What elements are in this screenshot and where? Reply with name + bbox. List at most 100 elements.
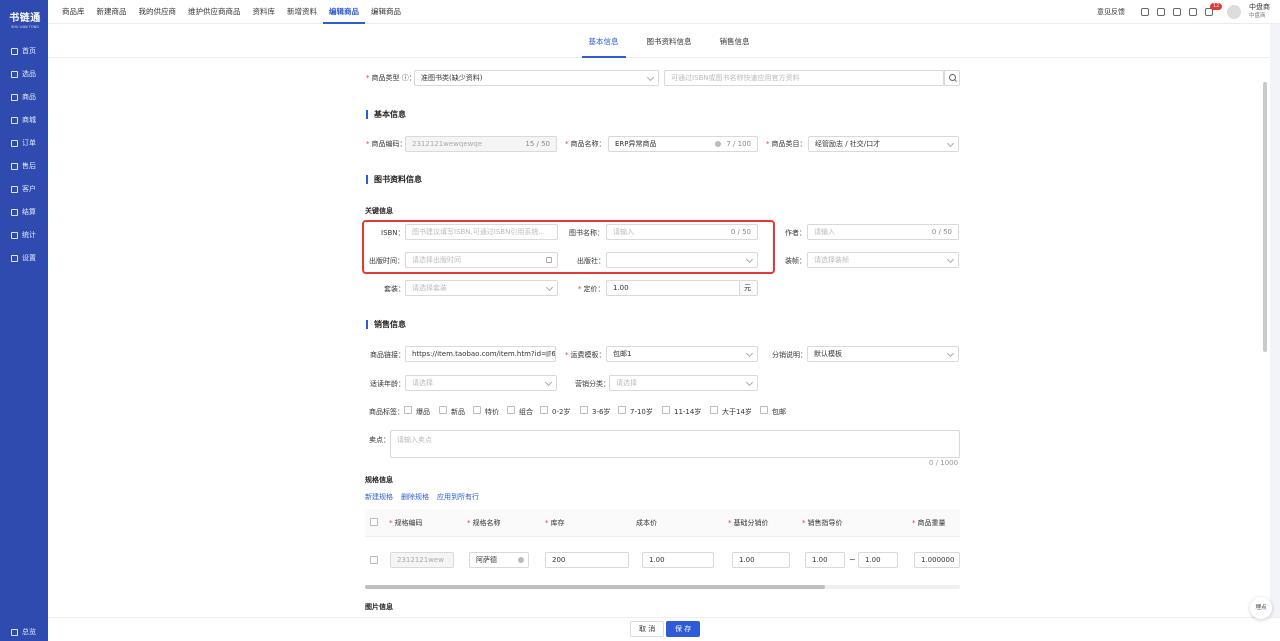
tag-label: 特价: [485, 408, 499, 416]
sidebar-item-settle[interactable]: 结算: [0, 203, 48, 221]
tracking-float-button[interactable]: 埋点: [1250, 597, 1272, 619]
new-spec-link[interactable]: 新建规格: [365, 492, 393, 502]
chevron-down-icon: [544, 378, 553, 387]
tag-checkbox[interactable]: [507, 406, 515, 414]
marketing-select[interactable]: 请选择: [609, 375, 758, 391]
set-select[interactable]: 请选择套装: [405, 280, 558, 296]
tab-edit-goods[interactable]: 编辑商品: [365, 0, 407, 24]
top-right-tools: 意见反馈 12 中盘商 中盘商: [1097, 0, 1270, 24]
delete-spec-link[interactable]: 删除规格: [401, 492, 429, 502]
tag-checkbox[interactable]: [760, 406, 768, 414]
sidebar-item-goods[interactable]: 商品: [0, 88, 48, 106]
tab-sales-info[interactable]: 销售信息: [713, 24, 757, 58]
product-code-input[interactable]: 2312121wewqewqe 15 / 50: [405, 136, 557, 152]
tab-library[interactable]: 资料库: [247, 0, 282, 24]
headset-icon[interactable]: [1173, 8, 1181, 16]
table-horizontal-scrollbar[interactable]: [365, 585, 960, 589]
sidebar-item-aftersale[interactable]: 售后: [0, 157, 48, 175]
sidebar-item-stats[interactable]: 统计: [0, 226, 48, 244]
logo-text: 书链通: [9, 13, 41, 24]
cost-input[interactable]: 1.00: [642, 552, 714, 568]
select-all-checkbox[interactable]: [370, 518, 378, 526]
category-label: * 商品类目：: [766, 140, 807, 148]
page-vertical-scrollbar[interactable]: [1263, 82, 1267, 352]
sidebar-item-home[interactable]: 首页: [0, 42, 48, 60]
stock-input[interactable]: 200: [545, 552, 629, 568]
price-input[interactable]: 1.00: [606, 280, 740, 296]
tab-new-material[interactable]: 新增资料: [281, 0, 323, 24]
freight-select[interactable]: 包邮1: [606, 346, 758, 362]
guide-min-input[interactable]: 1.00: [805, 552, 845, 568]
tab-basic-info[interactable]: 基本信息: [581, 24, 626, 58]
tag-checkbox[interactable]: [540, 406, 548, 414]
col-guide-price: * 销售指导价: [802, 519, 843, 527]
spec-name-input[interactable]: 阿萨德: [469, 552, 529, 568]
category-select[interactable]: 经管励志 / 社交/口才: [808, 136, 959, 152]
sidebar-item-customer[interactable]: 客户: [0, 180, 48, 198]
apply-all-link[interactable]: 应用到所有行: [437, 492, 479, 502]
product-link-input[interactable]: https://item.taobao.com/item.htm?id=76(: [405, 346, 556, 362]
diamond-icon[interactable]: [1157, 8, 1165, 16]
guide-max-input[interactable]: 1.00: [858, 552, 898, 568]
product-name-input[interactable]: ERP异常商品 7 / 100: [608, 136, 758, 152]
tag-label: 11-14岁: [674, 408, 702, 416]
selling-point-textarea[interactable]: 请输入卖点: [390, 430, 960, 458]
clear-icon[interactable]: [715, 141, 721, 147]
dist-select[interactable]: 默认模板: [807, 346, 959, 362]
save-button[interactable]: 保 存: [666, 621, 701, 637]
tab-edit-goods-active[interactable]: 编辑商品: [323, 0, 365, 24]
row-checkbox[interactable]: [370, 556, 378, 564]
tag-checkbox[interactable]: [473, 406, 481, 414]
tag-checkbox[interactable]: [710, 406, 718, 414]
sidebar-item-overview[interactable]: 总览: [0, 623, 48, 641]
col-weight: * 商品重量: [912, 519, 946, 527]
order-icon: [11, 139, 18, 147]
weight-input[interactable]: 1.000000: [914, 552, 960, 568]
mall-icon: [11, 116, 18, 124]
clear-icon[interactable]: [518, 557, 524, 563]
tag-checkbox[interactable]: [439, 406, 447, 414]
tag-checkbox[interactable]: [580, 406, 588, 414]
clipboard-icon[interactable]: [1189, 8, 1197, 16]
col-base-price: * 基础分销价: [728, 519, 769, 527]
sidebar-item-select[interactable]: 选品: [0, 65, 48, 83]
user-menu[interactable]: 中盘商 中盘商: [1249, 3, 1270, 21]
author-label: 作者：: [785, 229, 806, 237]
bell-icon[interactable]: 12: [1205, 3, 1223, 16]
spec-code-input[interactable]: 2312121wew: [390, 552, 454, 568]
product-type-select[interactable]: 准图书类(缺少资料): [414, 70, 659, 86]
base-price-input[interactable]: 1.00: [732, 552, 790, 568]
search-icon[interactable]: [944, 70, 960, 86]
spec-table-header: * 规格编码 * 规格名称 * 库存 成本价 * 基础分销价 * 销售指导价 * 商品重量: [365, 509, 960, 537]
sidebar-item-label: 结算: [22, 208, 36, 216]
author-input[interactable]: 请输入 0 / 50: [807, 224, 959, 240]
tab-new-goods[interactable]: 新建商品: [91, 0, 133, 24]
sidebar-item-mall[interactable]: 商城: [0, 111, 48, 129]
selling-count: 0 / 1000: [929, 459, 959, 467]
tab-book-info[interactable]: 图书资料信息: [640, 24, 699, 58]
menu-icon: [11, 628, 18, 636]
cancel-button[interactable]: 取 消: [630, 621, 665, 637]
feedback-link[interactable]: 意见反馈: [1097, 7, 1125, 17]
binding-select[interactable]: 请选择装帧: [807, 252, 959, 268]
download-icon[interactable]: [1141, 8, 1149, 16]
sidebar-item-order[interactable]: 订单: [0, 134, 48, 152]
tag-checkbox[interactable]: [618, 406, 626, 414]
tag-label: 0-2岁: [552, 408, 571, 416]
official-data-search-input[interactable]: 可通过ISBN或图书名称快速应用官方资料: [664, 70, 944, 86]
images-heading: 图片信息: [365, 603, 393, 611]
clear-icon[interactable]: [545, 351, 551, 357]
highlight-box: [362, 220, 775, 274]
tab-supplier-goods[interactable]: 维护供应商商品: [182, 0, 247, 24]
sidebar-item-settings[interactable]: 设置: [0, 249, 48, 267]
tag-checkbox[interactable]: [404, 406, 412, 414]
chevron-down-icon: [745, 349, 754, 358]
code-label: * 商品编码：: [366, 140, 407, 148]
scroll-thumb[interactable]: [365, 585, 825, 589]
tab-goods-library[interactable]: 商品库: [56, 0, 91, 24]
age-select[interactable]: 请选择: [405, 375, 557, 391]
tag-checkbox[interactable]: [662, 406, 670, 414]
avatar[interactable]: [1227, 5, 1241, 19]
app-logo[interactable]: 书链通 SHU LIAN TONG: [8, 9, 42, 29]
tab-my-suppliers[interactable]: 我的供应商: [133, 0, 183, 24]
